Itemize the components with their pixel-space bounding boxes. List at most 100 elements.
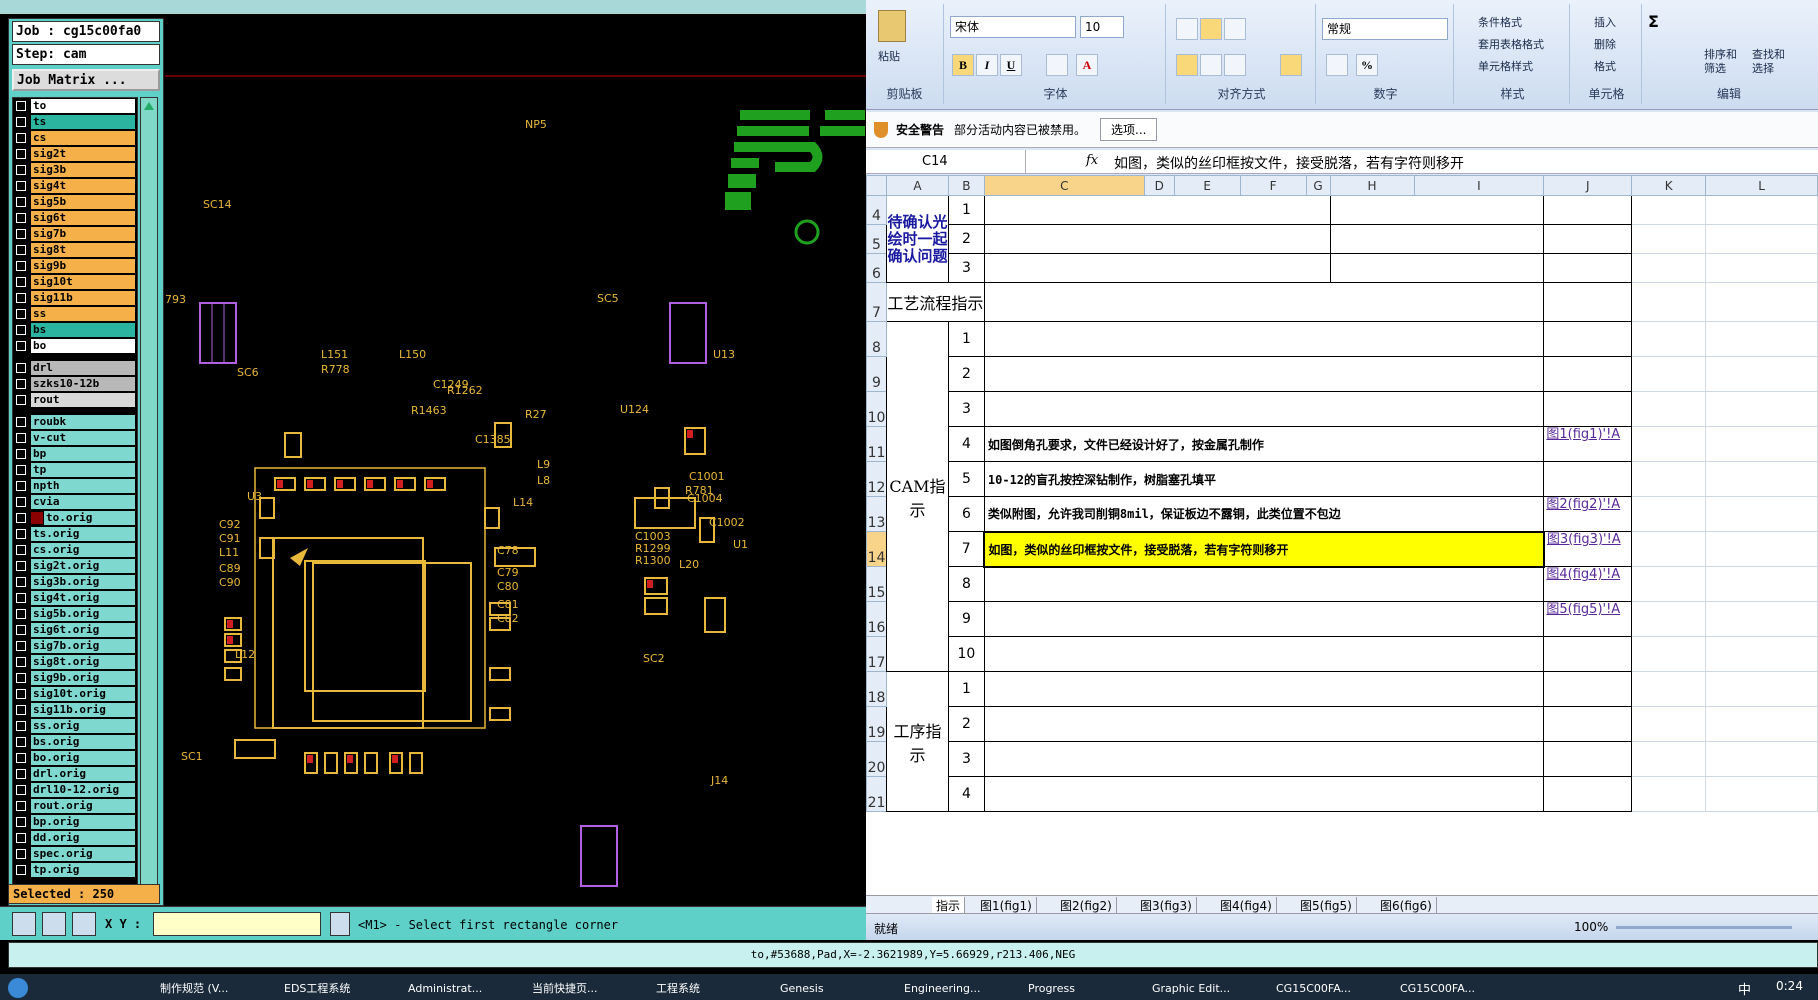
empty-cell[interactable]	[1631, 741, 1707, 777]
layer-checkbox[interactable]	[16, 561, 26, 571]
item-number-cell[interactable]: 3	[947, 253, 985, 283]
layer-checkbox[interactable]	[16, 513, 26, 523]
item-number-cell[interactable]: 5	[947, 461, 985, 497]
empty-cell[interactable]	[1631, 706, 1707, 742]
figure-link-cell[interactable]	[1543, 461, 1633, 497]
layer-checkbox[interactable]	[16, 277, 26, 287]
row-header[interactable]: 15	[866, 566, 887, 602]
layer-row[interactable]: sig9b	[13, 258, 137, 274]
empty-cell[interactable]	[1705, 601, 1818, 637]
layer-row[interactable]: bo.orig	[13, 750, 137, 766]
empty-cell[interactable]	[1631, 224, 1707, 254]
layer-row[interactable]: ss.orig	[13, 718, 137, 734]
select-all-corner[interactable]	[866, 175, 887, 196]
layer-checkbox[interactable]	[16, 833, 26, 843]
row-header[interactable]: 16	[866, 601, 887, 637]
layer-checkbox[interactable]	[16, 165, 26, 175]
layer-checkbox[interactable]	[16, 785, 26, 795]
instruction-cell[interactable]: 如图，类似的丝印框按文件，接受脱落，若有字符则移开	[983, 530, 1545, 568]
instruction-cell[interactable]	[983, 776, 1545, 812]
layer-checkbox[interactable]	[16, 593, 26, 603]
format-button[interactable]: 格式	[1594, 58, 1616, 74]
empty-cell[interactable]	[1705, 426, 1818, 462]
item-number-cell[interactable]: 8	[947, 566, 985, 602]
instruction-cell[interactable]	[983, 636, 1545, 672]
figure-link-cell[interactable]: 图4(fig4)'!A	[1543, 566, 1633, 602]
taskbar-item[interactable]: EDS工程系统	[284, 978, 402, 1000]
pause-button[interactable]	[330, 912, 350, 936]
align-middle-icon[interactable]	[1200, 18, 1222, 40]
layer-row[interactable]: cs.orig	[13, 542, 137, 558]
instruction-cell[interactable]	[983, 706, 1545, 742]
column-header[interactable]: G	[1305, 175, 1331, 196]
category-cell[interactable]: 待确认光绘时一起确认问题	[885, 195, 949, 283]
row-header[interactable]: 20	[866, 741, 887, 777]
font-name-select[interactable]: 宋体	[950, 16, 1076, 38]
layer-checkbox[interactable]	[16, 497, 26, 507]
layer-checkbox[interactable]	[16, 197, 26, 207]
layer-checkbox[interactable]	[16, 737, 26, 747]
layer-row[interactable]: bp.orig	[13, 814, 137, 830]
empty-cell[interactable]	[1631, 356, 1707, 392]
layer-checkbox[interactable]	[16, 149, 26, 159]
item-number-cell[interactable]: 1	[947, 195, 985, 225]
sum-icon[interactable]: Σ	[1648, 12, 1659, 31]
measure-icon[interactable]	[42, 912, 66, 936]
layer-checkbox[interactable]	[16, 417, 26, 427]
instruction-cell[interactable]	[983, 195, 1331, 225]
layer-row[interactable]: cs	[13, 130, 137, 146]
layer-row[interactable]: dd.orig	[13, 830, 137, 846]
layer-checkbox[interactable]	[16, 657, 26, 667]
figure-link-cell[interactable]	[1543, 195, 1633, 225]
job-matrix-button[interactable]: Job Matrix ...	[12, 69, 160, 91]
taskbar-item[interactable]: 制作规范 (V...	[160, 978, 278, 1000]
layer-checkbox[interactable]	[16, 309, 26, 319]
item-number-cell[interactable]: 7	[947, 531, 985, 567]
merge-icon[interactable]	[1280, 54, 1302, 76]
empty-cell[interactable]	[1631, 253, 1707, 283]
layer-row[interactable]: sig8t	[13, 242, 137, 258]
font-size-select[interactable]: 10	[1080, 16, 1124, 38]
empty-cell[interactable]	[1705, 321, 1818, 357]
figure-link-cell[interactable]	[1543, 224, 1633, 254]
instruction-cell[interactable]	[983, 391, 1545, 427]
layer-checkbox[interactable]	[16, 395, 26, 405]
taskbar-item[interactable]: 当前快捷页...	[532, 978, 650, 1000]
conditional-format-button[interactable]: 条件格式	[1478, 14, 1522, 30]
instruction-cell[interactable]	[983, 601, 1545, 637]
layer-row[interactable]: ts.orig	[13, 526, 137, 542]
snap-icon[interactable]	[72, 912, 96, 936]
instruction-cell[interactable]: 如图倒角孔要求，文件已经设计好了，按金属孔制作	[983, 426, 1545, 462]
column-header[interactable]: D	[1143, 175, 1175, 196]
layer-row[interactable]: drl10-12.orig	[13, 782, 137, 798]
item-number-cell[interactable]: 2	[947, 706, 985, 742]
layer-checkbox[interactable]	[16, 481, 26, 491]
figure-link-cell[interactable]	[1543, 776, 1633, 812]
align-center-icon[interactable]	[1200, 54, 1222, 76]
empty-cell[interactable]	[1329, 224, 1545, 254]
cell-style-button[interactable]: 单元格样式	[1478, 58, 1533, 74]
figure-link-cell[interactable]	[1543, 321, 1633, 357]
layer-row[interactable]: sig2t	[13, 146, 137, 162]
empty-cell[interactable]	[1705, 282, 1818, 322]
layer-checkbox[interactable]	[16, 673, 26, 683]
layer-row[interactable]: sig11b	[13, 290, 137, 306]
item-number-cell[interactable]: 2	[947, 224, 985, 254]
layer-checkbox[interactable]	[16, 817, 26, 827]
layer-checkbox[interactable]	[16, 753, 26, 763]
percent-icon[interactable]: %	[1356, 54, 1378, 76]
find-select-button[interactable]: 查找和 选择	[1752, 48, 1785, 76]
figure-link-cell[interactable]: 图2(fig2)'!A	[1543, 496, 1633, 532]
instruction-cell[interactable]	[983, 566, 1545, 602]
instruction-cell[interactable]	[983, 321, 1545, 357]
empty-cell[interactable]	[1705, 671, 1818, 707]
item-number-cell[interactable]: 3	[947, 741, 985, 777]
taskbar-item[interactable]: CG15C00FA...	[1400, 978, 1518, 1000]
layer-row[interactable]: v-cut	[13, 430, 137, 446]
layer-checkbox[interactable]	[16, 101, 26, 111]
zoom-slider[interactable]	[1616, 926, 1792, 929]
sheet-tab[interactable]: 图6(fig6)	[1376, 897, 1437, 913]
start-icon[interactable]	[8, 978, 28, 998]
layer-row[interactable]: sig5b	[13, 194, 137, 210]
item-number-cell[interactable]: 4	[947, 426, 985, 462]
